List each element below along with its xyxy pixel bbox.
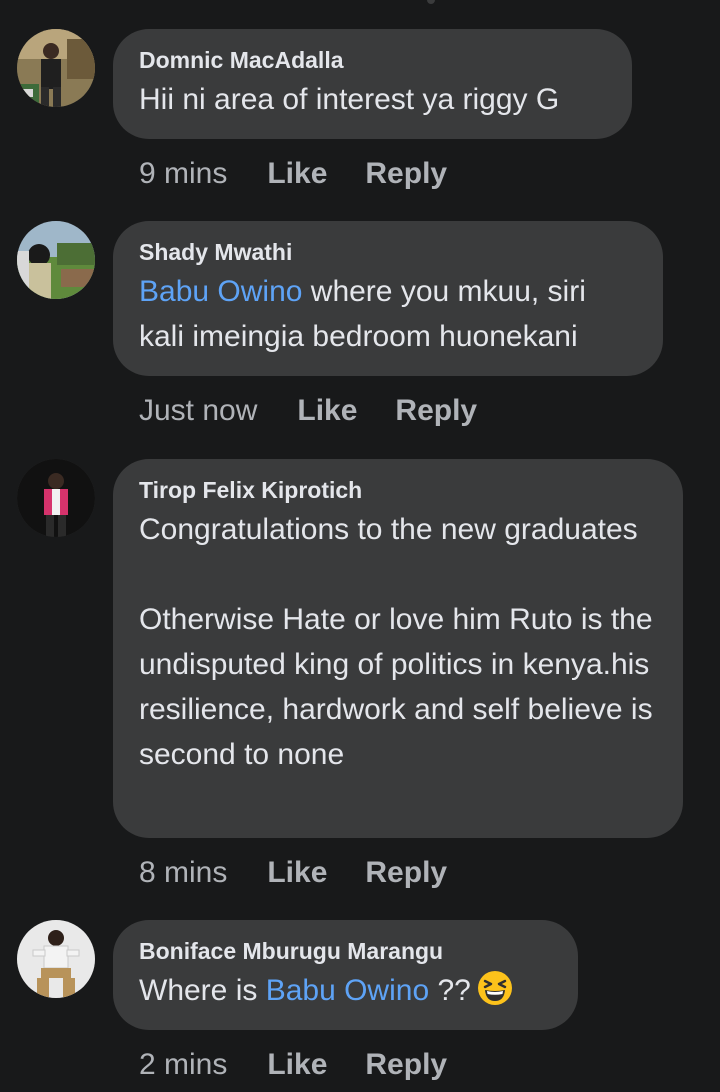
comment-author[interactable]: Boniface Mburugu Marangu [139, 936, 552, 966]
mention-link[interactable]: Babu Owino [139, 275, 302, 308]
comment-timestamp[interactable]: Just now [139, 393, 257, 429]
comment-author[interactable]: Shady Mwathi [139, 237, 637, 267]
comment-actions: 2 mins Like Reply [139, 1047, 447, 1083]
comment-text: Congratulations to the new graduates Oth… [139, 513, 653, 771]
comment-bubble[interactable]: Domnic MacAdalla Hii ni area of interest… [113, 29, 632, 139]
comment-timestamp[interactable]: 9 mins [139, 156, 227, 192]
comment-author[interactable]: Domnic MacAdalla [139, 45, 606, 75]
comment-bubble[interactable]: Boniface Mburugu Marangu Where is Babu O… [113, 920, 578, 1030]
comment-timestamp[interactable]: 2 mins [139, 1047, 227, 1083]
reply-button[interactable]: Reply [365, 855, 447, 891]
comment-timestamp[interactable]: 8 mins [139, 855, 227, 891]
like-button[interactable]: Like [267, 855, 327, 891]
avatar[interactable] [17, 221, 95, 299]
comment-actions: Just now Like Reply [139, 393, 477, 429]
like-button[interactable]: Like [267, 1047, 327, 1083]
comment-text: Hii ni area of interest ya riggy G [139, 83, 560, 116]
avatar[interactable] [17, 920, 95, 998]
comment-text: Babu Owino where you mkuu, siri kali ime… [139, 269, 637, 359]
comment-bubble[interactable]: Shady Mwathi Babu Owino where you mkuu, … [113, 221, 663, 376]
comment-text: Where is Babu Owino ?? [139, 968, 552, 1019]
grinning-squinting-face-emoji [477, 970, 513, 1019]
comment-actions: 8 mins Like Reply [139, 855, 447, 891]
scroll-indicator-dot [427, 0, 435, 4]
comment-bubble[interactable]: Tirop Felix Kiprotich Congratulations to… [113, 459, 683, 838]
comment-text-rest: ?? [429, 974, 471, 1007]
like-button[interactable]: Like [267, 156, 327, 192]
comment-author[interactable]: Tirop Felix Kiprotich [139, 475, 657, 505]
avatar[interactable] [17, 29, 95, 107]
reply-button[interactable]: Reply [365, 156, 447, 192]
reply-button[interactable]: Reply [395, 393, 477, 429]
avatar[interactable] [17, 459, 95, 537]
mention-link[interactable]: Babu Owino [266, 974, 429, 1007]
comment-actions: 9 mins Like Reply [139, 156, 447, 192]
comment-text-start: Where is [139, 974, 266, 1007]
like-button[interactable]: Like [297, 393, 357, 429]
reply-button[interactable]: Reply [365, 1047, 447, 1083]
